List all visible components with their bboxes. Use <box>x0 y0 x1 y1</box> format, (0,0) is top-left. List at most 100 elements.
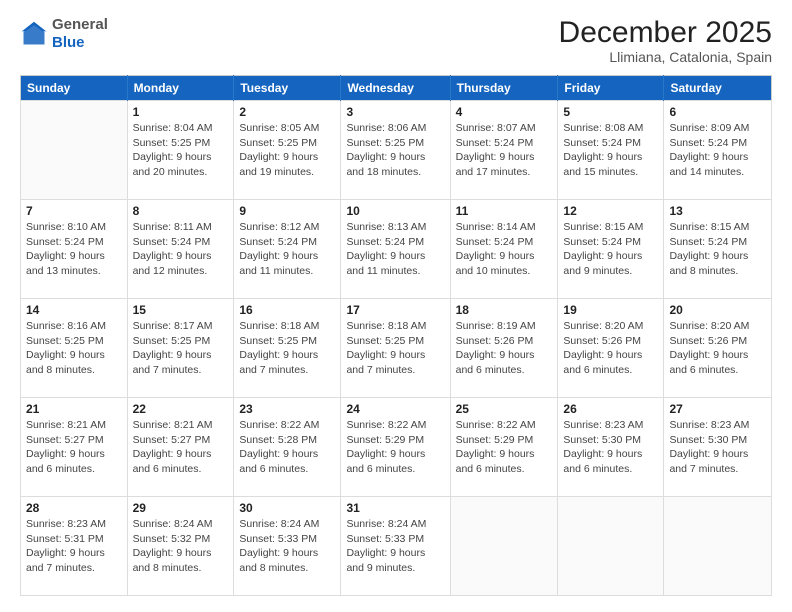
day-number: 9 <box>239 204 335 218</box>
calendar-cell: 4 Sunrise: 8:07 AM Sunset: 5:24 PM Daylig… <box>450 101 558 200</box>
month-title: December 2025 <box>559 16 772 49</box>
calendar-cell: 19Sunrise: 8:20 AM Sunset: 5:26 PM Dayli… <box>558 299 664 398</box>
day-number: 22 <box>133 402 229 416</box>
day-number: 5 <box>563 105 658 119</box>
day-number: 15 <box>133 303 229 317</box>
calendar-body: 1 Sunrise: 8:04 AM Sunset: 5:25 PM Daylig… <box>21 101 772 596</box>
col-tuesday: Tuesday <box>234 76 341 101</box>
header-row: Sunday Monday Tuesday Wednesday Thursday… <box>21 76 772 101</box>
calendar-cell: 1 Sunrise: 8:04 AM Sunset: 5:25 PM Daylig… <box>127 101 234 200</box>
day-info: Sunrise: 8:24 AM Sunset: 5:33 PM Dayligh… <box>239 517 335 576</box>
day-number: 1 <box>133 105 229 119</box>
calendar-cell: 18 Sunrise: 8:19 AM Sunset: 5:26 PM Dayli… <box>450 299 558 398</box>
day-number: 7 <box>26 204 122 218</box>
day-number: 23 <box>239 402 335 416</box>
col-saturday: Saturday <box>664 76 772 101</box>
day-number: 24 <box>346 402 444 416</box>
calendar-cell: 30 Sunrise: 8:24 AM Sunset: 5:33 PM Dayli… <box>234 497 341 596</box>
day-info: Sunrise: 8:18 AM Sunset: 5:25 PM Dayligh… <box>346 319 444 378</box>
calendar-cell: 2 Sunrise: 8:05 AM Sunset: 5:25 PM Daylig… <box>234 101 341 200</box>
day-number: 6 <box>669 105 766 119</box>
day-number: 18 <box>456 303 553 317</box>
day-info: Sunrise: 8:13 AM Sunset: 5:24 PM Dayligh… <box>346 220 444 279</box>
calendar-cell: 20Sunrise: 8:20 AM Sunset: 5:26 PM Dayli… <box>664 299 772 398</box>
day-info: Sunrise: 8:14 AM Sunset: 5:24 PM Dayligh… <box>456 220 553 279</box>
day-info: Sunrise: 8:23 AM Sunset: 5:30 PM Dayligh… <box>563 418 658 477</box>
calendar-cell <box>21 101 128 200</box>
logo-blue: Blue <box>52 34 108 52</box>
calendar-table: Sunday Monday Tuesday Wednesday Thursday… <box>20 75 772 596</box>
day-info: Sunrise: 8:04 AM Sunset: 5:25 PM Dayligh… <box>133 121 229 180</box>
calendar-cell <box>558 497 664 596</box>
calendar-cell: 13Sunrise: 8:15 AM Sunset: 5:24 PM Dayli… <box>664 200 772 299</box>
day-info: Sunrise: 8:07 AM Sunset: 5:24 PM Dayligh… <box>456 121 553 180</box>
col-thursday: Thursday <box>450 76 558 101</box>
day-number: 28 <box>26 501 122 515</box>
calendar-cell: 29 Sunrise: 8:24 AM Sunset: 5:32 PM Dayli… <box>127 497 234 596</box>
logo-text: General Blue <box>52 16 108 52</box>
day-number: 17 <box>346 303 444 317</box>
day-info: Sunrise: 8:18 AM Sunset: 5:25 PM Dayligh… <box>239 319 335 378</box>
day-info: Sunrise: 8:21 AM Sunset: 5:27 PM Dayligh… <box>26 418 122 477</box>
day-number: 3 <box>346 105 444 119</box>
day-number: 26 <box>563 402 658 416</box>
calendar-cell: 26 Sunrise: 8:23 AM Sunset: 5:30 PM Dayli… <box>558 398 664 497</box>
calendar-cell: 14 Sunrise: 8:16 AM Sunset: 5:25 PM Dayli… <box>21 299 128 398</box>
day-info: Sunrise: 8:21 AM Sunset: 5:27 PM Dayligh… <box>133 418 229 477</box>
day-number: 25 <box>456 402 553 416</box>
calendar-cell: 6 Sunrise: 8:09 AM Sunset: 5:24 PM Daylig… <box>664 101 772 200</box>
logo: General Blue <box>20 16 108 52</box>
day-info: Sunrise: 8:24 AM Sunset: 5:33 PM Dayligh… <box>346 517 444 576</box>
location: Llimiana, Catalonia, Spain <box>559 49 772 65</box>
header: General Blue December 2025 Llimiana, Cat… <box>20 16 772 65</box>
calendar-cell: 23Sunrise: 8:22 AM Sunset: 5:28 PM Dayli… <box>234 398 341 497</box>
calendar-cell: 7 Sunrise: 8:10 AM Sunset: 5:24 PM Daylig… <box>21 200 128 299</box>
day-info: Sunrise: 8:10 AM Sunset: 5:24 PM Dayligh… <box>26 220 122 279</box>
day-info: Sunrise: 8:08 AM Sunset: 5:24 PM Dayligh… <box>563 121 658 180</box>
calendar-cell: 15 Sunrise: 8:17 AM Sunset: 5:25 PM Dayli… <box>127 299 234 398</box>
day-info: Sunrise: 8:22 AM Sunset: 5:29 PM Dayligh… <box>456 418 553 477</box>
day-info: Sunrise: 8:22 AM Sunset: 5:29 PM Dayligh… <box>346 418 444 477</box>
col-wednesday: Wednesday <box>341 76 450 101</box>
day-info: Sunrise: 8:19 AM Sunset: 5:26 PM Dayligh… <box>456 319 553 378</box>
col-friday: Friday <box>558 76 664 101</box>
day-number: 27 <box>669 402 766 416</box>
day-number: 29 <box>133 501 229 515</box>
day-number: 2 <box>239 105 335 119</box>
col-monday: Monday <box>127 76 234 101</box>
day-number: 14 <box>26 303 122 317</box>
day-number: 8 <box>133 204 229 218</box>
day-number: 4 <box>456 105 553 119</box>
day-info: Sunrise: 8:11 AM Sunset: 5:24 PM Dayligh… <box>133 220 229 279</box>
calendar-cell: 21 Sunrise: 8:21 AM Sunset: 5:27 PM Dayli… <box>21 398 128 497</box>
day-number: 20 <box>669 303 766 317</box>
calendar-cell: 28 Sunrise: 8:23 AM Sunset: 5:31 PM Dayli… <box>21 497 128 596</box>
page: General Blue December 2025 Llimiana, Cat… <box>0 0 792 612</box>
day-info: Sunrise: 8:20 AM Sunset: 5:26 PM Dayligh… <box>563 319 658 378</box>
day-number: 13 <box>669 204 766 218</box>
calendar-cell <box>450 497 558 596</box>
logo-icon <box>20 20 48 48</box>
day-info: Sunrise: 8:05 AM Sunset: 5:25 PM Dayligh… <box>239 121 335 180</box>
day-number: 21 <box>26 402 122 416</box>
day-number: 11 <box>456 204 553 218</box>
day-number: 31 <box>346 501 444 515</box>
calendar-cell: 24 Sunrise: 8:22 AM Sunset: 5:29 PM Dayli… <box>341 398 450 497</box>
day-info: Sunrise: 8:16 AM Sunset: 5:25 PM Dayligh… <box>26 319 122 378</box>
calendar-cell: 12Sunrise: 8:15 AM Sunset: 5:24 PM Dayli… <box>558 200 664 299</box>
day-info: Sunrise: 8:23 AM Sunset: 5:31 PM Dayligh… <box>26 517 122 576</box>
calendar-cell: 17 Sunrise: 8:18 AM Sunset: 5:25 PM Dayli… <box>341 299 450 398</box>
calendar-cell: 3Sunrise: 8:06 AM Sunset: 5:25 PM Daylig… <box>341 101 450 200</box>
calendar-cell: 16 Sunrise: 8:18 AM Sunset: 5:25 PM Dayli… <box>234 299 341 398</box>
day-info: Sunrise: 8:17 AM Sunset: 5:25 PM Dayligh… <box>133 319 229 378</box>
calendar-cell: 10Sunrise: 8:13 AM Sunset: 5:24 PM Dayli… <box>341 200 450 299</box>
day-number: 16 <box>239 303 335 317</box>
calendar-header: Sunday Monday Tuesday Wednesday Thursday… <box>21 76 772 101</box>
day-number: 30 <box>239 501 335 515</box>
day-info: Sunrise: 8:09 AM Sunset: 5:24 PM Dayligh… <box>669 121 766 180</box>
calendar-cell: 25 Sunrise: 8:22 AM Sunset: 5:29 PM Dayli… <box>450 398 558 497</box>
calendar-cell: 11 Sunrise: 8:14 AM Sunset: 5:24 PM Dayli… <box>450 200 558 299</box>
day-info: Sunrise: 8:24 AM Sunset: 5:32 PM Dayligh… <box>133 517 229 576</box>
logo-general: General <box>52 16 108 34</box>
calendar-cell: 9Sunrise: 8:12 AM Sunset: 5:24 PM Daylig… <box>234 200 341 299</box>
